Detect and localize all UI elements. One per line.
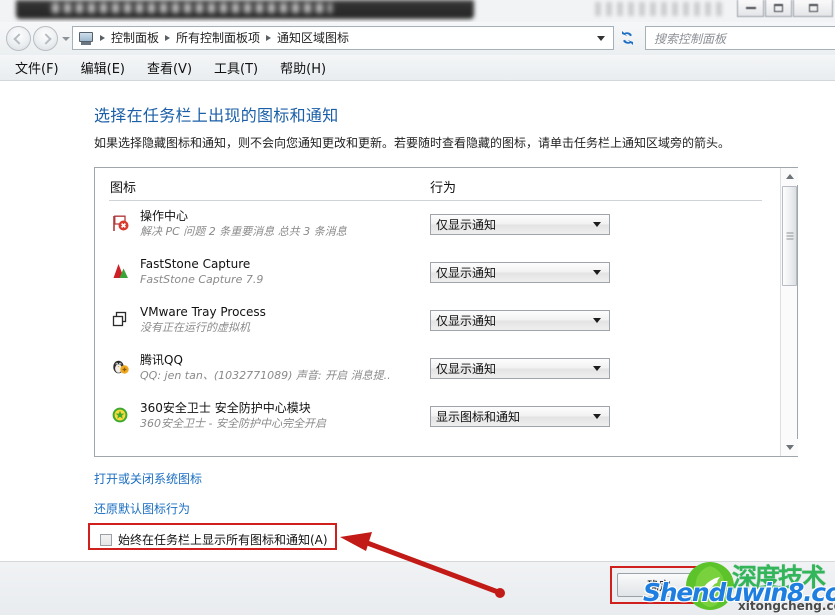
annotation-highlight-checkbox xyxy=(88,523,337,550)
breadcrumb-separator-icon xyxy=(165,35,171,41)
minimize-icon xyxy=(745,7,756,9)
row-subtitle: 没有正在运行的虚拟机 xyxy=(140,321,250,334)
chevron-down-icon xyxy=(62,36,70,41)
title-bar-blurred-text xyxy=(52,3,332,13)
row-name: 操作中心 xyxy=(140,209,189,223)
page-title: 选择在任务栏上出现的图标和通知 xyxy=(94,106,339,125)
menu-view[interactable]: 查看(V) xyxy=(145,56,194,79)
behavior-dropdown[interactable]: 仅显示通知 xyxy=(430,214,610,235)
search-placeholder: 搜索控制面板 xyxy=(654,31,727,46)
restore-icon xyxy=(774,4,783,12)
title-bar-ghost-text xyxy=(595,2,725,16)
action-center-flag-icon xyxy=(110,213,130,233)
behavior-dropdown[interactable]: 仅显示通知 xyxy=(430,262,610,283)
behavior-value: 仅显示通知 xyxy=(436,266,497,280)
restore-button[interactable] xyxy=(765,0,792,17)
scrollbar-grip-icon xyxy=(786,232,793,240)
behavior-dropdown[interactable]: 显示图标和通知 xyxy=(430,406,610,427)
address-bar-row: 控制面板 所有控制面板项 通知区域图标 搜索控制面板 xyxy=(0,22,835,55)
header-divider xyxy=(109,200,762,201)
caret-down-icon xyxy=(785,445,794,450)
chevron-down-icon xyxy=(593,270,601,275)
table-row: VMware Tray Process 没有正在运行的虚拟机 仅显示通知 xyxy=(95,300,781,348)
row-name: 腾讯QQ xyxy=(140,353,183,367)
breadcrumb-separator-icon xyxy=(266,35,272,41)
list-header: 图标 行为 xyxy=(95,168,781,203)
navigation-buttons xyxy=(6,26,72,51)
caret-up-icon xyxy=(785,174,794,179)
back-button[interactable] xyxy=(6,26,31,51)
row-name: VMware Tray Process xyxy=(140,305,266,319)
link-toggle-system-icons[interactable]: 打开或关闭系统图标 xyxy=(94,470,202,487)
forward-button[interactable] xyxy=(33,26,58,51)
behavior-value: 仅显示通知 xyxy=(436,362,497,376)
computer-icon xyxy=(78,31,94,46)
icons-list-panel: 图标 行为 操作中心 解决 PC 问题 2 条重要消息 总共 3 条消息 仅显示… xyxy=(94,167,798,457)
address-dropdown-icon[interactable] xyxy=(597,35,605,41)
row-text: FastStone Capture FastStone Capture 7.9 xyxy=(140,256,430,287)
row-subtitle: 解决 PC 问题 2 条重要消息 总共 3 条消息 xyxy=(140,225,347,238)
scrollbar-thumb[interactable] xyxy=(782,186,797,286)
row-text: 360安全卫士 安全防护中心模块 360安全卫士 - 安全防护中心完全开启 xyxy=(140,400,430,431)
page-description: 如果选择隐藏图标和通知，则不会向您通知更改和更新。若要随时查看隐藏的图标，请单击… xyxy=(94,136,731,150)
360-safeguard-shield-icon xyxy=(110,405,130,425)
row-text: 操作中心 解决 PC 问题 2 条重要消息 总共 3 条消息 xyxy=(140,208,430,239)
list-rows: 操作中心 解决 PC 问题 2 条重要消息 总共 3 条消息 仅显示通知 Fas… xyxy=(95,204,781,444)
minimize-button[interactable] xyxy=(737,0,764,17)
faststone-capture-icon xyxy=(110,261,130,281)
table-row: 腾讯QQ QQ: jen tan、(1032771089) 声音: 开启 消息提… xyxy=(95,348,781,396)
table-row: FastStone Capture FastStone Capture 7.9 … xyxy=(95,252,781,300)
behavior-dropdown[interactable]: 仅显示通知 xyxy=(430,310,610,331)
refresh-button[interactable] xyxy=(617,28,638,48)
row-text: 腾讯QQ QQ: jen tan、(1032771089) 声音: 开启 消息提… xyxy=(140,352,430,383)
breadcrumb-control-panel[interactable]: 控制面板 xyxy=(108,27,162,49)
title-bar xyxy=(0,0,835,22)
chevron-down-icon xyxy=(593,222,601,227)
menu-tools[interactable]: 工具(T) xyxy=(212,56,260,79)
column-header-behavior: 行为 xyxy=(430,181,457,196)
watermark: 深度技术 Shenduwin8.com xitongcheng.com xyxy=(638,556,835,615)
vmware-tray-icon xyxy=(110,309,130,329)
chevron-down-icon xyxy=(593,366,601,371)
behavior-value: 显示图标和通知 xyxy=(436,410,521,424)
content-area: 选择在任务栏上出现的图标和通知 如果选择隐藏图标和通知，则不会向您通知更改和更新… xyxy=(0,81,835,561)
close-icon xyxy=(808,4,818,12)
row-name: FastStone Capture xyxy=(140,257,251,271)
list-vertical-scrollbar[interactable] xyxy=(780,168,798,456)
title-bar-blurred-strip xyxy=(16,0,474,19)
breadcrumb-separator-icon xyxy=(100,35,105,41)
window-controls xyxy=(737,0,833,17)
row-text: VMware Tray Process 没有正在运行的虚拟机 xyxy=(140,304,430,335)
scroll-down-button[interactable] xyxy=(781,439,798,456)
behavior-value: 仅显示通知 xyxy=(436,218,497,232)
control-panel-window: 控制面板 所有控制面板项 通知区域图标 搜索控制面板 文件(F) 编辑(E) 查… xyxy=(0,0,835,615)
scroll-up-button[interactable] xyxy=(781,168,798,185)
column-header-icon: 图标 xyxy=(110,181,137,196)
table-row: 操作中心 解决 PC 问题 2 条重要消息 总共 3 条消息 仅显示通知 xyxy=(95,204,781,252)
refresh-icon xyxy=(622,31,633,45)
breadcrumb-all-items[interactable]: 所有控制面板项 xyxy=(173,27,263,49)
close-button[interactable] xyxy=(793,0,833,17)
row-subtitle: QQ: jen tan、(1032771089) 声音: 开启 消息提.. xyxy=(140,369,391,382)
address-bar[interactable]: 控制面板 所有控制面板项 通知区域图标 xyxy=(72,26,614,50)
table-row: 360安全卫士 安全防护中心模块 360安全卫士 - 安全防护中心完全开启 显示… xyxy=(95,396,781,444)
behavior-dropdown[interactable]: 仅显示通知 xyxy=(430,358,610,379)
row-subtitle: 360安全卫士 - 安全防护中心完全开启 xyxy=(140,417,326,430)
menu-bar: 文件(F) 编辑(E) 查看(V) 工具(T) 帮助(H) xyxy=(0,55,835,81)
chevron-down-icon xyxy=(593,414,601,419)
link-restore-default-behavior[interactable]: 还原默认图标行为 xyxy=(94,500,190,517)
behavior-value: 仅显示通知 xyxy=(436,314,497,328)
menu-file[interactable]: 文件(F) xyxy=(13,56,61,79)
watermark-sub-text: xitongcheng.com xyxy=(738,599,835,613)
tencent-qq-penguin-icon xyxy=(110,357,130,377)
row-subtitle: FastStone Capture 7.9 xyxy=(140,273,264,286)
search-input[interactable]: 搜索控制面板 xyxy=(645,26,835,50)
recent-pages-dropdown[interactable] xyxy=(60,26,72,51)
menu-edit[interactable]: 编辑(E) xyxy=(79,56,127,79)
breadcrumb-notification-area-icons[interactable]: 通知区域图标 xyxy=(274,27,352,49)
chevron-down-icon xyxy=(593,318,601,323)
menu-help[interactable]: 帮助(H) xyxy=(278,56,328,79)
row-name: 360安全卫士 安全防护中心模块 xyxy=(140,401,311,415)
